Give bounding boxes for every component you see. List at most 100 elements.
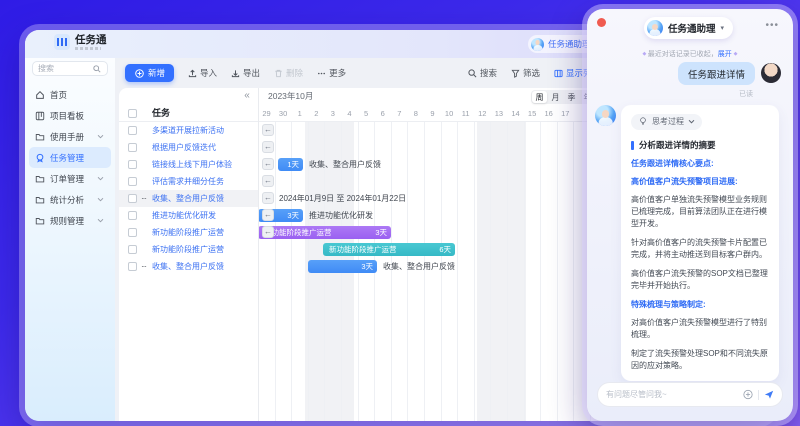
assistant-paragraph: 制定了流失预警处理SOP和不同流失原因的应对策略。: [631, 348, 769, 372]
bar-after-label: 收集、整合用户反馈: [383, 258, 455, 275]
sidebar-menu: 首页项目看板使用手册任务管理订单管理统计分析规则管理: [29, 84, 111, 231]
filter-button-label: 筛选: [523, 67, 540, 79]
date-tick: 29: [258, 105, 275, 122]
task-row-left: 新功能阶段推广运营: [119, 241, 258, 258]
date-tick: 10: [441, 105, 458, 122]
task-row: 根据用户反馈迭代 ←: [119, 139, 769, 156]
folder-icon: [35, 132, 45, 142]
gantt-bar[interactable]: 3天: [308, 260, 377, 273]
panel-more-button[interactable]: •••: [765, 20, 779, 31]
app-logo: 任务通: [54, 34, 107, 50]
assistant-title-button[interactable]: 任务通助理 ▾: [644, 17, 733, 39]
gantt-bar[interactable]: 新功能阶段推广运营3天: [258, 226, 391, 239]
sidebar-item-5[interactable]: 订单管理: [29, 168, 111, 189]
view-mode-季[interactable]: 季: [564, 91, 579, 103]
badge-icon: [35, 153, 45, 163]
sidebar-item-1[interactable]: 首页: [29, 84, 111, 105]
chat-input[interactable]: 有问题尽管问我~: [597, 382, 783, 407]
date-tick: 5: [358, 105, 375, 122]
task-name-link[interactable]: 新功能阶段推广运营: [152, 244, 224, 255]
sidebar-item-3[interactable]: 使用手册: [29, 126, 111, 147]
task-row: ···收集、整合用户反馈3天收集、整合用户反馈: [119, 258, 769, 275]
delete-button[interactable]: 删除: [273, 67, 303, 79]
sidebar-item-2[interactable]: 项目看板: [29, 105, 111, 126]
sidebar-item-4[interactable]: 任务管理: [29, 147, 111, 168]
close-button[interactable]: [597, 18, 606, 27]
row-checkbox[interactable]: [128, 177, 137, 186]
export-button-label: 导出: [243, 67, 260, 79]
task-name-link[interactable]: 多渠道开展拉新活动: [152, 125, 224, 136]
task-name-link[interactable]: 新功能阶段推广运营: [152, 227, 224, 238]
row-more-button[interactable]: ···: [141, 262, 146, 271]
jump-to-bar-arrow[interactable]: ←: [262, 158, 274, 170]
add-button[interactable]: 新增: [125, 64, 174, 82]
chevron-down-icon: [95, 195, 105, 205]
row-checkbox[interactable]: [128, 126, 137, 135]
kanban-icon: [35, 111, 45, 121]
import-button[interactable]: 导入: [187, 67, 217, 79]
row-checkbox[interactable]: [128, 143, 137, 152]
assistant-paragraph: 对高价值客户流失预警模型进行了特别梳理。: [631, 317, 769, 341]
sidebar-item-label: 首页: [50, 89, 105, 101]
task-column-header: 任务: [152, 105, 170, 122]
row-more-button[interactable]: ···: [141, 194, 146, 203]
row-checkbox[interactable]: [128, 245, 137, 254]
more-button[interactable]: 更多: [316, 67, 346, 79]
sidebar-item-6[interactable]: 统计分析: [29, 189, 111, 210]
screen: 任务通 任务通助理 搜索 首页项目看板使用手册任务管理订单管理统计分析规则管理: [0, 0, 800, 426]
logo-icon: [54, 34, 70, 50]
jump-to-bar-arrow[interactable]: ←: [262, 124, 274, 136]
chevron-down-icon: [95, 132, 105, 142]
sidebar-search-input[interactable]: 搜索: [32, 61, 108, 76]
select-all-checkbox[interactable]: [128, 109, 137, 118]
filter-button[interactable]: 筛选: [510, 67, 540, 79]
row-checkbox[interactable]: [128, 262, 137, 271]
chevron-down-icon: [95, 174, 105, 184]
task-row-left: 链接线上线下用户体验: [119, 156, 258, 173]
display-columns-button[interactable]: 显示列: [553, 67, 592, 79]
task-name-link[interactable]: 推进功能优化研发: [152, 210, 216, 221]
task-row-left: 多渠道开展拉新活动: [119, 122, 258, 139]
task-name-link[interactable]: 评估需求并细分任务: [152, 176, 224, 187]
table-search-button[interactable]: 搜索: [467, 67, 497, 79]
sidebar-item-7[interactable]: 规则管理: [29, 210, 111, 231]
view-mode-月[interactable]: 月: [548, 91, 563, 103]
bar-duration-label: 6天: [439, 243, 451, 256]
row-checkbox[interactable]: [128, 211, 137, 220]
view-mode-周[interactable]: 周: [532, 91, 547, 103]
import-icon: [187, 68, 197, 78]
task-name-link[interactable]: 收集、整合用户反馈: [152, 261, 224, 272]
chevron-down-icon: [95, 216, 105, 226]
collapse-panel-button[interactable]: «: [240, 88, 254, 105]
bar-after-label: 推进功能优化研发: [309, 207, 373, 224]
jump-to-bar-arrow[interactable]: ←: [262, 226, 274, 238]
jump-to-bar-arrow[interactable]: ←: [262, 209, 274, 221]
task-date-range: 2024年01月9日 至 2024年01月22日: [279, 190, 406, 207]
send-icon[interactable]: [764, 390, 774, 400]
export-button[interactable]: 导出: [230, 67, 260, 79]
task-row-left: 新功能阶段推广运营: [119, 224, 258, 241]
gantt-bar[interactable]: 1天: [278, 158, 303, 171]
sidebar-item-label: 项目看板: [50, 110, 105, 122]
jump-to-bar-arrow[interactable]: ←: [262, 175, 274, 187]
task-name-link[interactable]: 根据用户反馈迭代: [152, 142, 216, 153]
date-tick: 12: [474, 105, 491, 122]
task-name-link[interactable]: 链接线上线下用户体验: [152, 159, 232, 170]
date-tick: 3: [324, 105, 341, 122]
date-tick: 6: [374, 105, 391, 122]
bar-duration-label: 3天: [375, 226, 387, 239]
row-checkbox[interactable]: [128, 194, 137, 203]
row-checkbox[interactable]: [128, 160, 137, 169]
gantt-bar[interactable]: 新功能阶段推广运营6天: [323, 243, 455, 256]
task-row: 评估需求并细分任务 ←: [119, 173, 769, 190]
task-name-link[interactable]: 收集、整合用户反馈: [152, 193, 224, 204]
assistant-avatar-icon: [531, 38, 544, 51]
date-tick: 9: [424, 105, 441, 122]
history-notice-text: 最近对话记录已收起，: [648, 51, 718, 58]
expand-history-link[interactable]: 展开: [718, 51, 732, 58]
folder-icon: [35, 174, 45, 184]
jump-to-bar-arrow[interactable]: ←: [262, 141, 274, 153]
row-checkbox[interactable]: [128, 228, 137, 237]
attach-plus-icon[interactable]: [743, 390, 753, 400]
jump-to-bar-arrow[interactable]: ←: [262, 192, 274, 204]
